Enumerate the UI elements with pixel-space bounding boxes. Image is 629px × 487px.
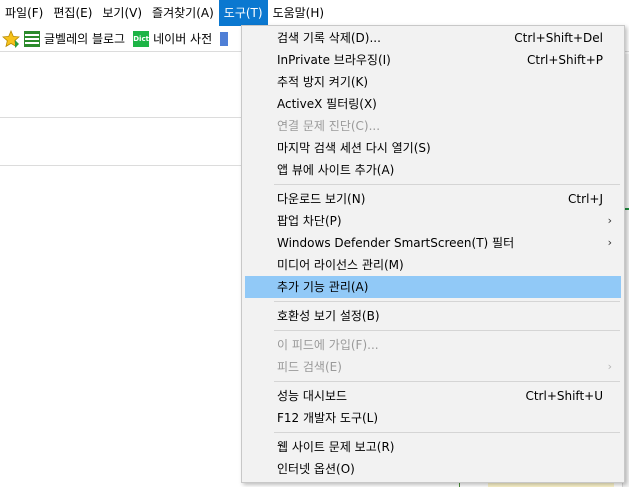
menu-item-label: F12 개발자 도구(L): [277, 411, 379, 425]
menu-help[interactable]: 도움말(H): [268, 0, 330, 26]
menu-item-delete-history[interactable]: 검색 기록 삭제(D)... Ctrl+Shift+Del: [245, 27, 621, 49]
menu-separator: [274, 330, 620, 331]
menu-tools[interactable]: 도구(T): [218, 0, 268, 26]
page-divider: [0, 165, 245, 166]
menu-separator: [274, 301, 620, 302]
favorite-blog-label: 글벨레의 블로그: [44, 32, 126, 46]
menu-item-shortcut: Ctrl+Shift+U: [525, 389, 603, 403]
menu-item-diagnose-connection: 연결 문제 진단(C)...: [245, 115, 621, 137]
menu-item-inprivate[interactable]: InPrivate 브라우징(I) Ctrl+Shift+P: [245, 49, 621, 71]
menu-item-label: 이 피드에 가입(F)...: [277, 338, 379, 352]
menu-item-label: 호환성 보기 설정(B): [277, 309, 380, 323]
menu-separator: [274, 381, 620, 382]
menu-item-subscribe-feed: 이 피드에 가입(F)...: [245, 334, 621, 356]
favorite-dict-link[interactable]: Dict 네이버 사전: [133, 30, 212, 47]
menu-item-media-licenses[interactable]: 미디어 라이선스 관리(M): [245, 254, 621, 276]
menu-item-report-website-problems[interactable]: 웹 사이트 문제 보고(R): [245, 436, 621, 458]
menu-item-smartscreen-filter[interactable]: Windows Defender SmartScreen(T) 필터 ›: [245, 232, 621, 254]
blog-icon: [24, 30, 40, 47]
menu-item-internet-options[interactable]: 인터넷 옵션(O): [245, 458, 621, 480]
menu-item-view-downloads[interactable]: 다운로드 보기(N) Ctrl+J: [245, 188, 621, 210]
menu-item-label: 미디어 라이선스 관리(M): [277, 258, 404, 272]
menu-separator: [274, 184, 620, 185]
menu-item-label: 마지막 검색 세션 다시 열기(S): [277, 141, 431, 155]
menu-item-tracking-protection[interactable]: 추적 방지 켜기(K): [245, 71, 621, 93]
menu-item-label: Windows Defender SmartScreen(T) 필터: [277, 236, 515, 250]
menu-item-add-site-to-apps[interactable]: 앱 뷰에 사이트 추가(A): [245, 159, 621, 181]
menu-item-label: InPrivate 브라우징(I): [277, 53, 391, 67]
menu-item-activex-filtering[interactable]: ActiveX 필터링(X): [245, 93, 621, 115]
menu-item-label: 성능 대시보드: [277, 389, 348, 403]
menu-item-label: 피드 검색(E): [277, 360, 342, 374]
tools-dropdown-menu: 검색 기록 삭제(D)... Ctrl+Shift+Del InPrivate …: [241, 25, 625, 483]
menu-item-label: 추적 방지 켜기(K): [277, 75, 369, 89]
menu-item-label: 추가 기능 관리(A): [277, 280, 369, 294]
menu-item-feed-discovery: 피드 검색(E) ›: [245, 356, 621, 378]
favorite-blog-link[interactable]: 글벨레의 블로그: [24, 30, 125, 47]
menu-item-performance-dashboard[interactable]: 성능 대시보드 Ctrl+Shift+U: [245, 385, 621, 407]
add-favorite-star-icon[interactable]: [2, 29, 20, 48]
page-divider: [0, 117, 245, 118]
menu-item-label: 팝업 차단(P): [277, 214, 342, 228]
menu-file[interactable]: 파일(F): [0, 0, 48, 26]
menu-view[interactable]: 보기(V): [97, 0, 147, 26]
submenu-arrow-icon: ›: [607, 360, 612, 373]
favorite-partial-icon[interactable]: [220, 31, 229, 46]
menu-item-label: 인터넷 옵션(O): [277, 462, 355, 476]
submenu-arrow-icon: ›: [607, 236, 612, 249]
menu-separator: [274, 432, 620, 433]
menu-item-compatibility-view[interactable]: 호환성 보기 설정(B): [245, 305, 621, 327]
menu-item-label: 연결 문제 진단(C)...: [277, 119, 381, 133]
menu-item-manage-add-ons[interactable]: 추가 기능 관리(A): [245, 276, 621, 298]
menu-item-label: 다운로드 보기(N): [277, 192, 366, 206]
dict-icon: Dict: [133, 30, 150, 47]
submenu-arrow-icon: ›: [607, 214, 612, 227]
menu-item-reopen-session[interactable]: 마지막 검색 세션 다시 열기(S): [245, 137, 621, 159]
menu-item-label: ActiveX 필터링(X): [277, 97, 377, 111]
menu-bar: 파일(F) 편집(E) 보기(V) 즐겨찾기(A) 도구(T) 도움말(H): [0, 0, 629, 26]
menu-item-label: 검색 기록 삭제(D)...: [277, 31, 381, 45]
menu-item-label: 웹 사이트 문제 보고(R): [277, 440, 395, 454]
menu-item-developer-tools[interactable]: F12 개발자 도구(L): [245, 407, 621, 429]
menu-item-shortcut: Ctrl+Shift+Del: [514, 31, 603, 45]
menu-item-shortcut: Ctrl+J: [568, 192, 603, 206]
menu-item-shortcut: Ctrl+Shift+P: [527, 53, 603, 67]
favorite-dict-label: 네이버 사전: [153, 32, 213, 46]
menu-item-label: 앱 뷰에 사이트 추가(A): [277, 163, 395, 177]
menu-edit[interactable]: 편집(E): [48, 0, 97, 26]
menu-favorites[interactable]: 즐겨찾기(A): [147, 0, 219, 26]
menu-item-popup-blocker[interactable]: 팝업 차단(P) ›: [245, 210, 621, 232]
